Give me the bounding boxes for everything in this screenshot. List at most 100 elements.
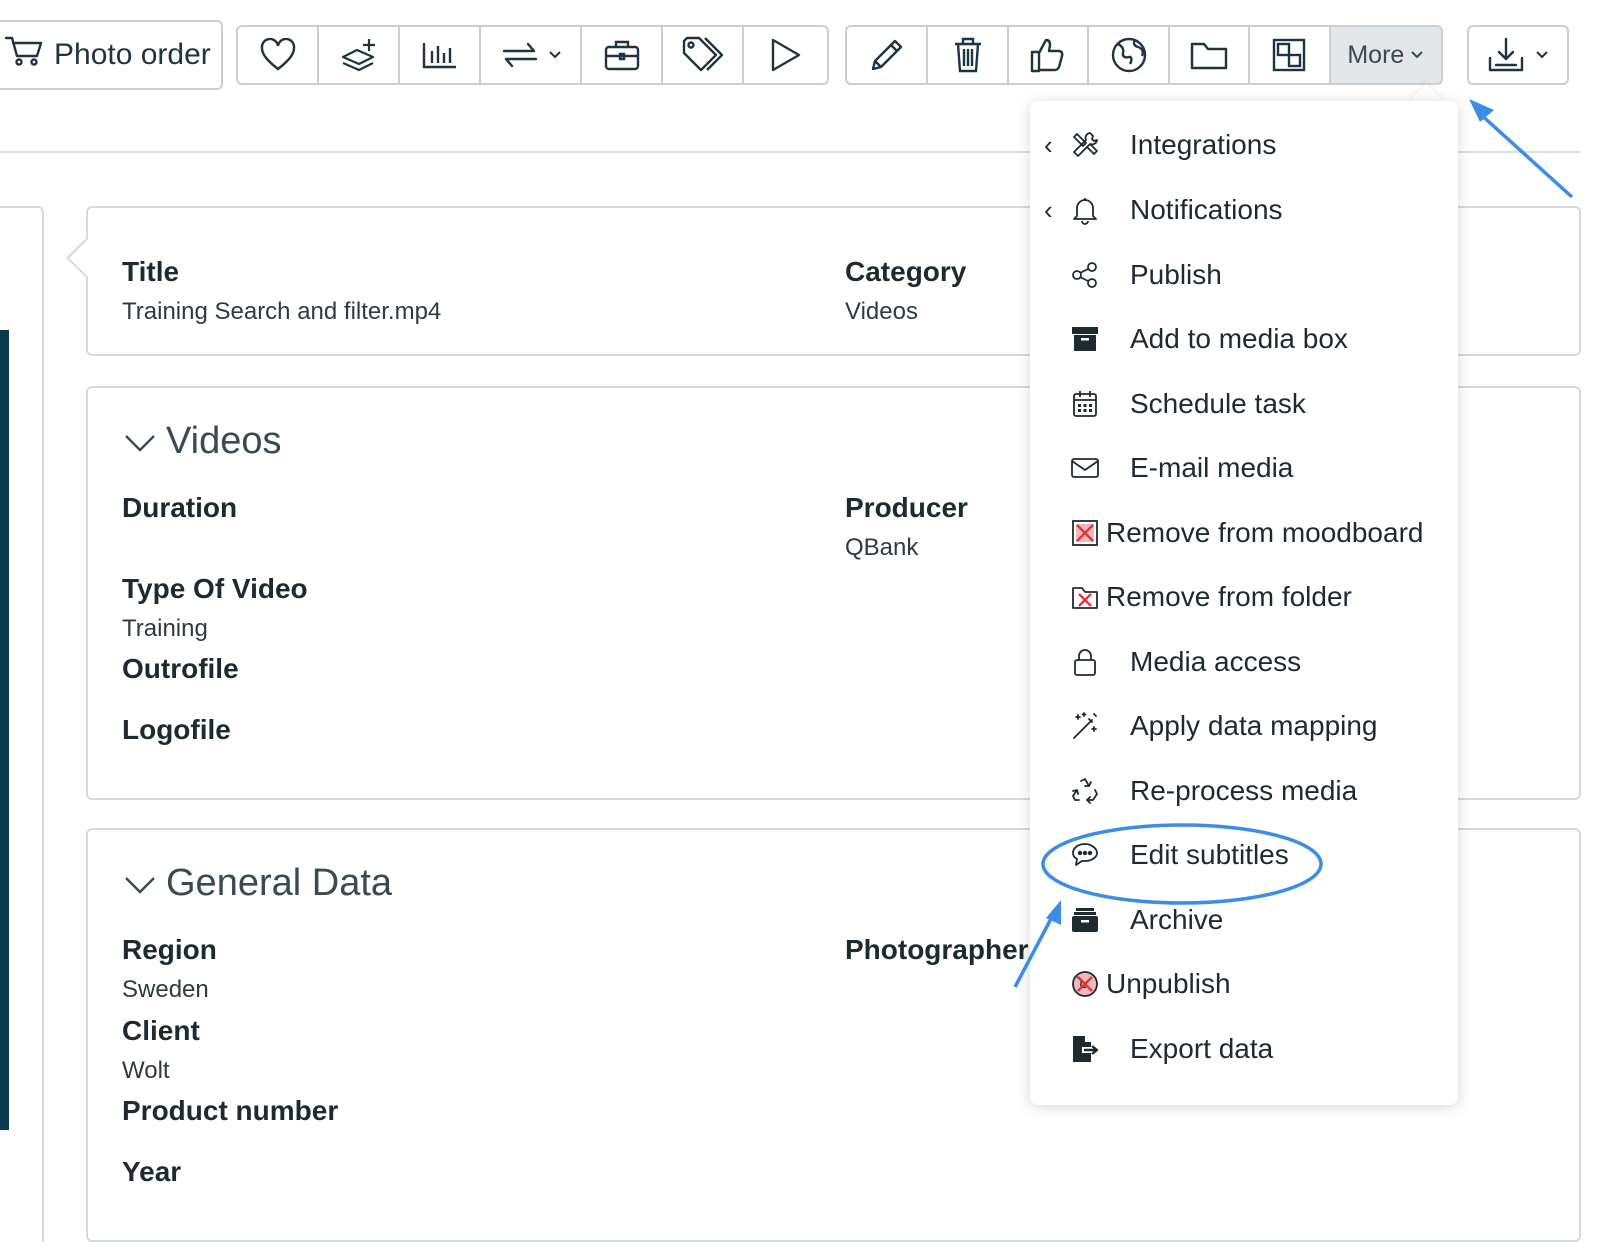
menu-item-apply-data-mapping[interactable]: Apply data mapping [1030, 698, 1458, 754]
card-pointer [66, 238, 106, 278]
year-label: Year [122, 1156, 182, 1187]
folder-icon [1189, 39, 1229, 71]
approve-button[interactable] [1009, 27, 1090, 83]
photo-order-button[interactable]: Photo order [0, 20, 223, 90]
statistics-button[interactable] [400, 27, 481, 83]
folder-button[interactable] [1170, 27, 1251, 83]
category-label: Category [845, 256, 967, 287]
outrofile-label: Outrofile [122, 653, 239, 684]
menu-item-label: Schedule task [1130, 388, 1306, 419]
menu-item-remove-from-folder[interactable]: Remove from folder [1030, 569, 1458, 625]
layout-button[interactable] [1250, 27, 1331, 83]
menu-item-label: Edit subtitles [1130, 839, 1289, 870]
share-icon [1070, 260, 1100, 290]
export-file-icon [1070, 1034, 1100, 1064]
videos-heading: Videos [166, 420, 282, 462]
speech-bubble-icon [1070, 840, 1100, 870]
region-value: Sweden [122, 976, 209, 1003]
client-value: Wolt [122, 1057, 170, 1084]
thumbs-up-icon [1029, 36, 1067, 74]
producer-label: Producer [845, 492, 968, 523]
tag-button[interactable] [663, 27, 744, 83]
chevron-left-icon: ‹ [1044, 129, 1053, 160]
play-button[interactable] [744, 27, 825, 83]
menu-item-unpublish[interactable]: Unpublish [1030, 956, 1458, 1012]
chevron-down-icon [548, 50, 562, 60]
chevron-left-icon: ‹ [1044, 194, 1053, 225]
remove-folder-icon [1070, 582, 1100, 612]
menu-item-label: Remove from moodboard [1106, 517, 1424, 548]
menu-item-integrations[interactable]: ‹ Integrations [1030, 117, 1458, 173]
menu-item-reprocess-media[interactable]: Re-process media [1030, 763, 1458, 819]
favorite-button[interactable] [238, 27, 319, 83]
add-to-moodboard-button[interactable] [319, 27, 400, 83]
region-label: Region [122, 934, 217, 965]
download-button[interactable] [1469, 27, 1567, 83]
menu-item-label: Apply data mapping [1130, 710, 1378, 741]
briefcase-button[interactable] [582, 27, 663, 83]
client-label: Client [122, 1015, 200, 1046]
menu-item-label: Publish [1130, 259, 1222, 290]
product-number-label: Product number [122, 1095, 339, 1126]
tools-icon [1070, 130, 1100, 160]
menu-item-media-access[interactable]: Media access [1030, 634, 1458, 690]
menu-item-archive[interactable]: Archive [1030, 892, 1458, 948]
menu-item-email-media[interactable]: E-mail media [1030, 440, 1458, 496]
remove-moodboard-icon [1070, 518, 1100, 548]
tag-icon [681, 36, 725, 74]
layout-icon [1271, 37, 1307, 73]
more-dropdown-menu: ‹ Integrations ‹ Notifications Publish A… [1030, 101, 1458, 1105]
general-data-section-header[interactable]: General Data [124, 862, 392, 905]
type-of-video-value: Training [122, 615, 208, 642]
toolbar-group-secondary: More [845, 25, 1443, 85]
cart-icon [4, 34, 44, 76]
logofile-label: Logofile [122, 714, 231, 745]
menu-item-notifications[interactable]: ‹ Notifications [1030, 182, 1458, 238]
more-button[interactable]: More [1330, 27, 1441, 83]
download-icon [1487, 36, 1525, 74]
transfer-button[interactable] [481, 27, 582, 83]
category-value: Videos [845, 298, 918, 325]
toolbar-group-primary [236, 25, 829, 85]
general-data-heading: General Data [166, 862, 393, 904]
chevron-down-icon [1535, 50, 1549, 60]
statistics-icon [421, 39, 459, 71]
more-label: More [1347, 40, 1405, 69]
menu-item-label: Integrations [1130, 129, 1277, 160]
download-group [1467, 25, 1569, 85]
menu-item-label: Unpublish [1106, 968, 1231, 999]
trash-icon [952, 36, 984, 74]
play-icon [768, 37, 802, 73]
left-sidebar-strip [0, 330, 9, 1130]
publish-globe-button[interactable] [1089, 27, 1170, 83]
menu-item-export-data[interactable]: Export data [1030, 1021, 1458, 1077]
menu-item-label: Add to media box [1130, 323, 1348, 354]
videos-section-header[interactable]: Videos [124, 420, 282, 463]
heart-icon [259, 38, 297, 72]
producer-value: QBank [845, 534, 919, 561]
menu-item-label: Remove from folder [1106, 581, 1352, 612]
unpublish-icon [1070, 969, 1100, 999]
duration-label: Duration [122, 492, 238, 523]
add-to-moodboard-icon [339, 37, 379, 73]
edit-button[interactable] [847, 27, 929, 83]
briefcase-icon [603, 38, 641, 72]
menu-item-label: Media access [1130, 646, 1302, 677]
chevron-down-icon [1410, 50, 1424, 60]
archive-icon [1070, 905, 1100, 935]
photographer-label: Photographer [845, 934, 1029, 965]
lock-icon [1070, 647, 1100, 677]
menu-item-remove-from-moodboard[interactable]: Remove from moodboard [1030, 505, 1458, 561]
title-value: Training Search and filter.mp4 [122, 298, 442, 325]
menu-item-add-to-media-box[interactable]: Add to media box [1030, 311, 1458, 367]
delete-button[interactable] [928, 27, 1009, 83]
menu-item-label: Export data [1130, 1033, 1274, 1064]
menu-item-schedule-task[interactable]: Schedule task [1030, 376, 1458, 432]
title-label: Title [122, 256, 180, 287]
globe-icon [1110, 36, 1148, 74]
envelope-icon [1070, 453, 1100, 483]
menu-item-publish[interactable]: Publish [1030, 247, 1458, 303]
photo-order-label: Photo order [54, 38, 211, 71]
calendar-icon [1070, 389, 1100, 419]
menu-item-edit-subtitles[interactable]: Edit subtitles [1030, 827, 1458, 883]
